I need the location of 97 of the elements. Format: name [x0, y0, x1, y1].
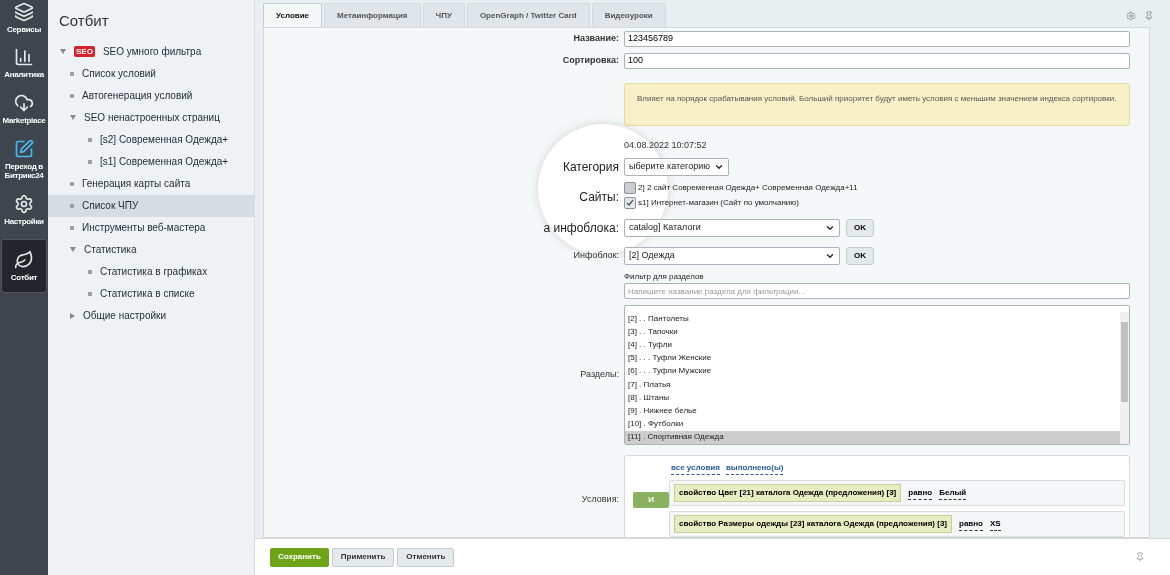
list-option[interactable]: [7] . Платья: [625, 378, 1120, 392]
chevron-down-icon: [825, 223, 835, 233]
date-text: 04.08.2022 10:07:52: [624, 139, 707, 153]
list-option[interactable]: [2] . . Пантолеты: [625, 312, 1120, 326]
sidebar-item[interactable]: [s1] Современная Одежда+: [48, 150, 254, 173]
sidebar-item[interactable]: SEO SEO умного фильтра: [48, 40, 254, 63]
field-label: Название:: [573, 32, 619, 46]
list-option[interactable]: [9] . Нижнее белье: [625, 404, 1120, 418]
chevron-down-icon: [825, 251, 835, 261]
select-field[interactable]: ыберите категорию: [624, 158, 729, 176]
field-label: Категория: [562, 159, 619, 176]
bullet-icon: [70, 181, 74, 186]
sidebar-item[interactable]: [s2] Современная Одежда+: [48, 128, 254, 151]
rail-item[interactable]: Сервисы: [1, 2, 47, 40]
bullet-icon: [88, 291, 92, 296]
condition-operator[interactable]: равно: [959, 517, 983, 531]
sidebar-item[interactable]: Список условий: [48, 62, 254, 85]
check-icon: [626, 199, 634, 207]
field-label: Сортировка:: [562, 54, 619, 68]
sidebar-item[interactable]: Автогенерация условий: [48, 84, 254, 107]
list-option[interactable]: [6] . . . Туфли Мужские: [625, 364, 1120, 378]
pin-icon: [1144, 11, 1154, 21]
expanded-arrow-icon[interactable]: [60, 49, 66, 54]
filter-label: Фильтр для разделов: [624, 271, 704, 283]
bullet-icon: [70, 93, 74, 98]
checkbox-label: s1] Интернет-магазин (Сайт по умолчанию): [638, 197, 799, 209]
rail-item[interactable]: Настройки: [1, 187, 47, 233]
tab[interactable]: OpenGraph / Twitter Card: [466, 3, 590, 27]
sidebar-item[interactable]: SEO ненастроенных страниц: [48, 106, 254, 129]
field-label: Условия:: [581, 492, 619, 506]
filter-field[interactable]: Напишите название раздела для фильтрации...: [624, 283, 1130, 299]
condition-value[interactable]: Белый: [939, 486, 967, 500]
checkbox-label: 2] 2 сайт Современная Одежда+ Современная Одежда+11: [638, 182, 858, 194]
hint-note: Влияет на порядок срабатывания условий. Больший приоритет будут иметь условия с меньшим значением индекса сортировки.: [624, 83, 1130, 126]
pin-icon: [1135, 552, 1145, 562]
select-field[interactable]: [2] Одежда: [624, 247, 840, 265]
sidebar-item[interactable]: Статистика в списке: [48, 282, 254, 305]
expanded-arrow-icon[interactable]: [70, 247, 76, 252]
field-label: Инфоблок:: [573, 249, 619, 263]
tab[interactable]: Метаинформация: [324, 3, 421, 27]
rail-item[interactable]: Переход в Битрикс24: [1, 132, 47, 187]
bullet-icon: [70, 71, 74, 76]
ok-button[interactable]: OK: [846, 247, 874, 265]
settings-icon: [1126, 11, 1136, 21]
scrollbar[interactable]: [1120, 312, 1129, 444]
tab[interactable]: ЧПУ: [422, 3, 465, 27]
sidebar-item[interactable]: Общие настройки: [48, 304, 254, 327]
list-option[interactable]: [3] . . Тапочки: [625, 325, 1120, 339]
layers-icon: [14, 2, 34, 22]
name-field[interactable]: 123456789: [624, 31, 1130, 47]
chevron-down-icon: [713, 162, 724, 172]
sidebar-item[interactable]: Статистика в графиках: [48, 260, 254, 283]
condition-link[interactable]: все условия: [671, 462, 720, 475]
cloud-download-icon: [14, 93, 34, 113]
list-option[interactable]: [11] . Спортивная Одежда: [625, 430, 1120, 445]
footer-button[interactable]: Отменить: [397, 547, 455, 567]
sidebar-item[interactable]: Генерация карты сайта: [48, 172, 254, 195]
rail-item[interactable]: Marketplace: [1, 86, 47, 132]
seo-badge: SEO: [74, 46, 95, 57]
list-option[interactable]: [8] . Штаны: [625, 391, 1120, 405]
sidebar-item[interactable]: Статистика: [48, 238, 254, 261]
list-option[interactable]: [5] . . . Туфли Женские: [625, 351, 1120, 365]
rail-item[interactable]: Аналитика: [1, 40, 47, 86]
field-label: Разделы:: [580, 368, 619, 382]
ok-button[interactable]: OK: [846, 219, 874, 237]
checkbox[interactable]: [624, 182, 636, 194]
field-label: Сайты:: [579, 189, 619, 206]
sort-field[interactable]: 100: [624, 53, 1130, 69]
condition-operator[interactable]: равно: [908, 486, 933, 500]
sidebar-item[interactable]: Список ЧПУ: [48, 194, 254, 217]
leaf-icon: [14, 250, 34, 270]
bullet-icon: [88, 137, 92, 142]
condition-property[interactable]: свойство Цвет [21] каталога Одежда (предложения) [3]: [674, 484, 902, 502]
tab[interactable]: Условие: [263, 3, 323, 27]
select-field[interactable]: catalog] Каталоги: [624, 219, 840, 237]
checkbox[interactable]: [624, 197, 636, 209]
tab[interactable]: Видеоуроки: [591, 3, 666, 27]
footer-button[interactable]: Применить: [331, 547, 395, 567]
settings-icon: [14, 194, 34, 214]
field-label: а инфоблока:: [543, 220, 619, 237]
bullet-icon: [70, 203, 74, 208]
condition-link[interactable]: выполнено(ы): [725, 462, 784, 475]
rail-item[interactable]: Сотбит: [1, 239, 47, 293]
list-option[interactable]: [4] . . Туфли: [625, 338, 1120, 352]
condition-value[interactable]: XS: [990, 517, 1001, 531]
bar-chart-icon: [14, 47, 34, 67]
bullet-icon: [88, 269, 92, 274]
collapsed-arrow-icon[interactable]: [70, 312, 75, 319]
list-option[interactable]: [10] . Футболки: [625, 417, 1120, 431]
sidebar-item[interactable]: Инструменты веб-мастера: [48, 216, 254, 239]
sidebar-title: Сотбит: [58, 11, 110, 31]
bullet-icon: [88, 159, 92, 164]
expanded-arrow-icon[interactable]: [70, 115, 76, 120]
pen-square-icon: [14, 139, 34, 159]
bullet-icon: [70, 225, 74, 230]
sections-listbox[interactable]: [2] . . Пантолеты [3] . . Тапочки [4] . . Туфли [5] . . . Туфли Женские [6] . . . Туфли Мужские [7] . Платья [8] . Штаны [9] . Нижнее белье [10] . Футболки [11] . Спортивная Одежда: [624, 305, 1130, 445]
condition-property[interactable]: свойство Размеры одежды [23] каталога Одежда (предложения) [3]: [674, 515, 952, 533]
